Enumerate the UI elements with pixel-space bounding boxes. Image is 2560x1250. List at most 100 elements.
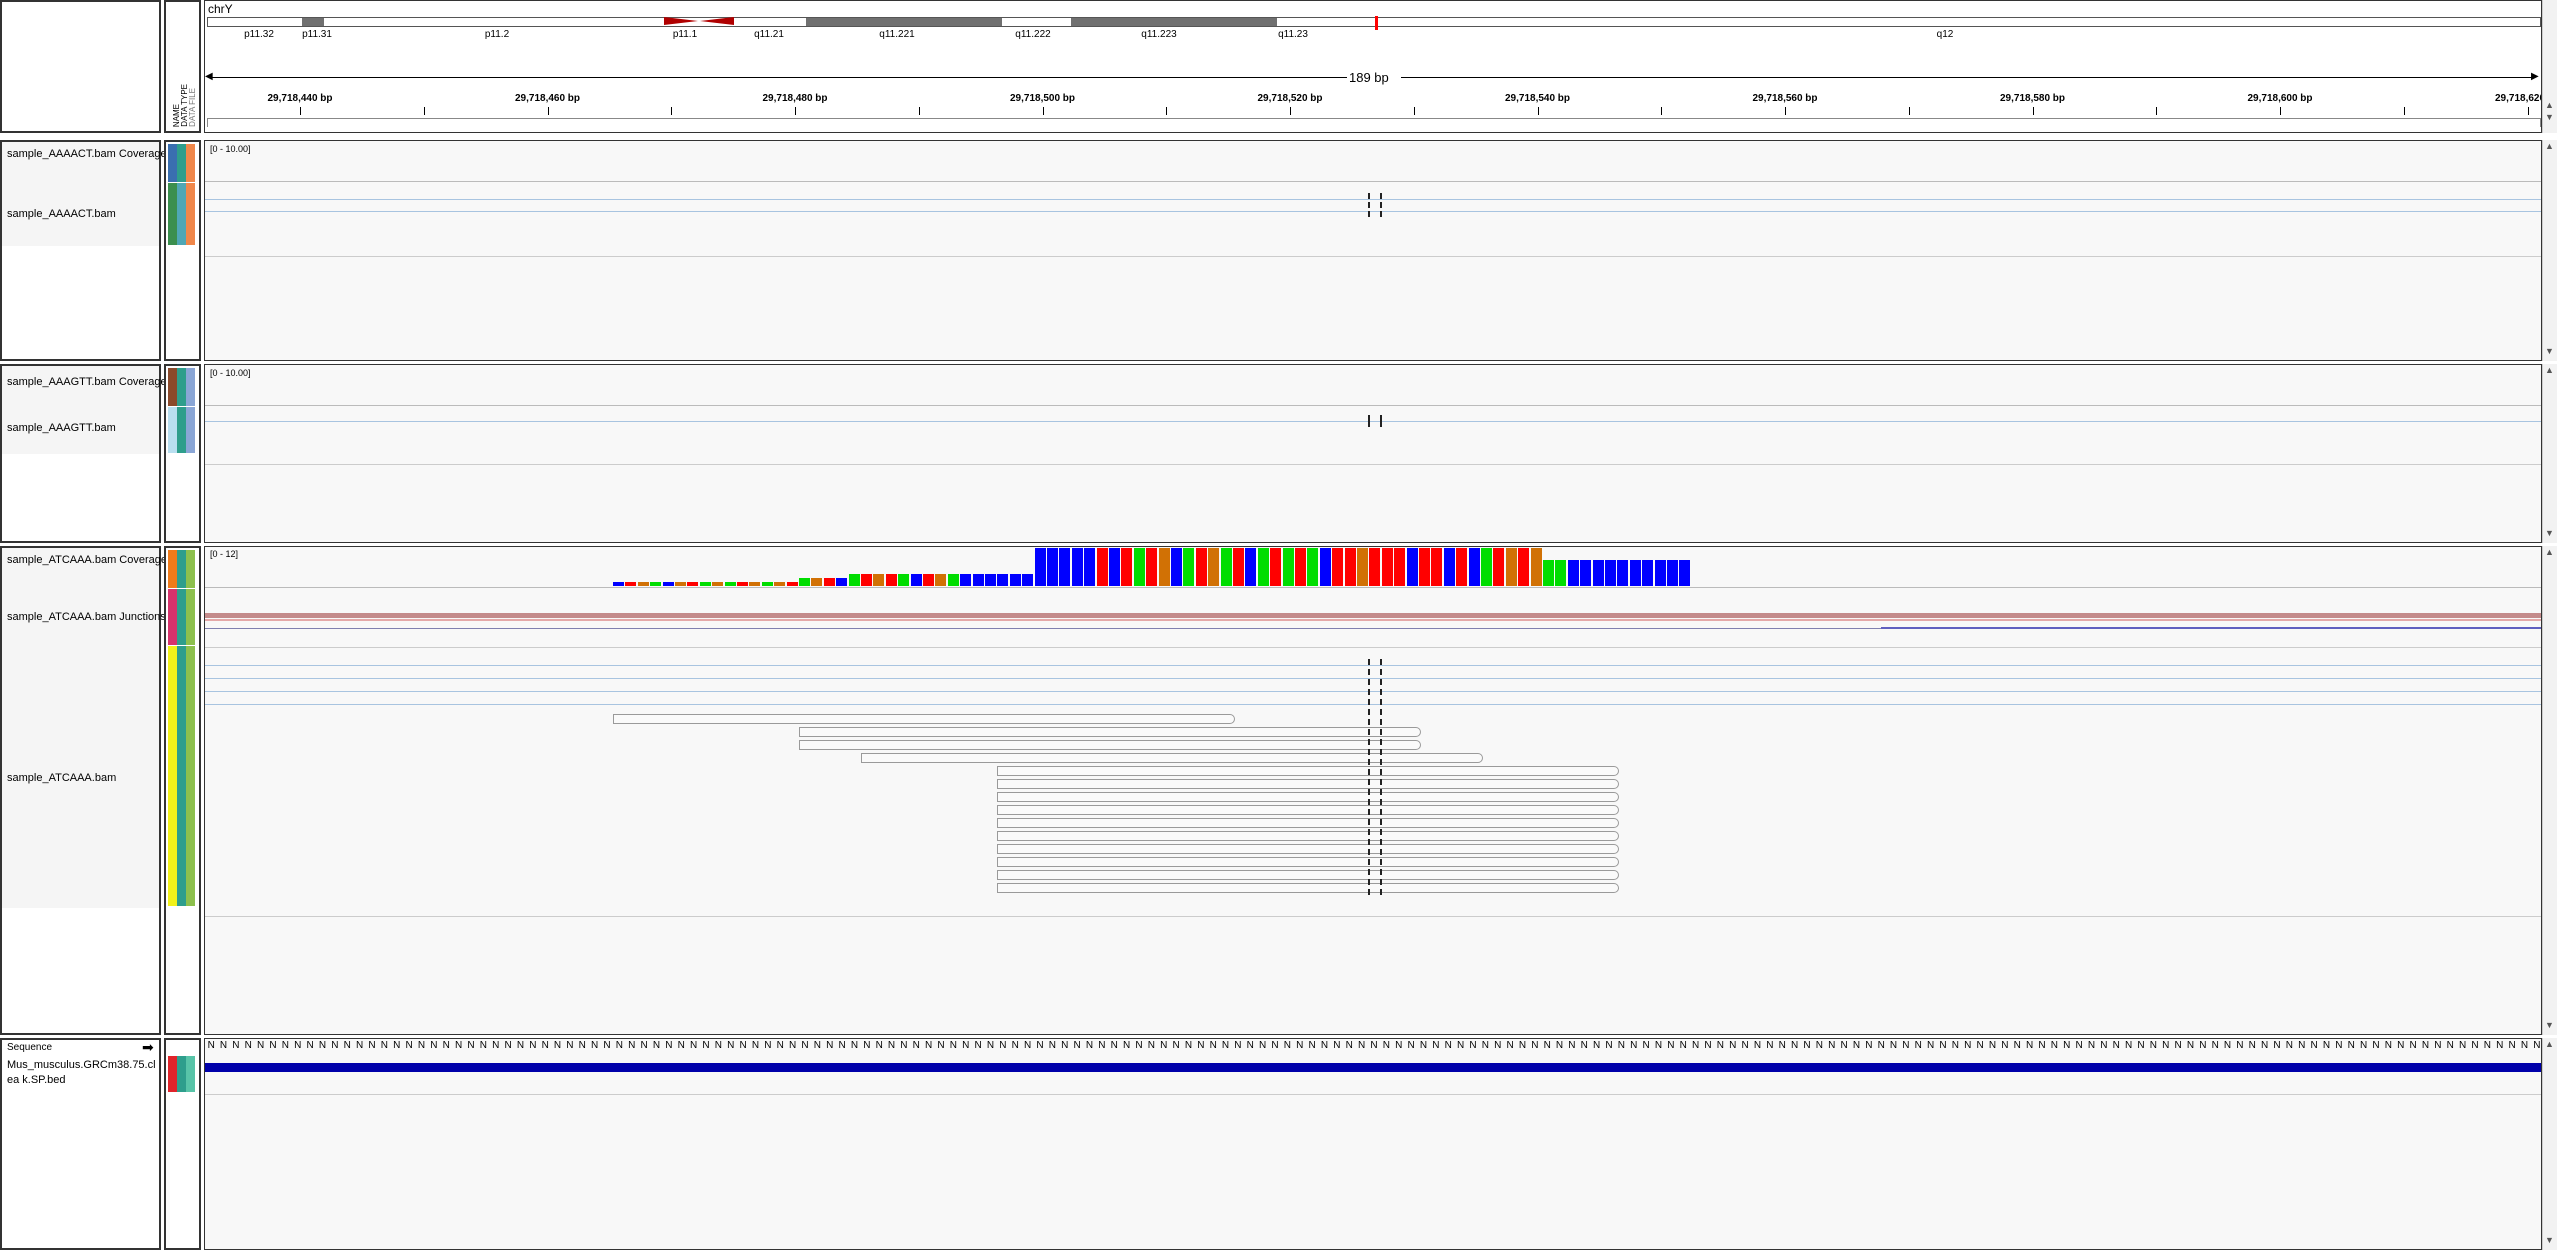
coverage-bar[interactable] <box>1344 548 1356 586</box>
read-alignment[interactable] <box>997 779 1619 789</box>
coverage-bar[interactable] <box>898 574 910 586</box>
coverage-bar[interactable] <box>1530 548 1542 586</box>
coverage-bar[interactable] <box>1518 548 1530 586</box>
coverage-bar[interactable] <box>1257 548 1269 586</box>
scroll-down-icon[interactable]: ▼ <box>2545 528 2554 538</box>
coverage-bar[interactable] <box>811 578 823 586</box>
coverage-bar[interactable] <box>699 582 711 586</box>
coverage-bar[interactable] <box>1084 548 1096 586</box>
coverage-bar[interactable] <box>1381 548 1393 586</box>
coverage-bar[interactable] <box>1357 548 1368 586</box>
attr-cell[interactable] <box>177 589 186 645</box>
scroll-down-icon[interactable]: ▼ <box>2545 112 2554 122</box>
coverage-bar[interactable] <box>1295 548 1306 586</box>
read-alignment[interactable] <box>861 753 1483 763</box>
coverage-bar[interactable] <box>761 582 773 586</box>
coverage-bar[interactable] <box>923 574 934 586</box>
feature-data-panel[interactable]: NNNNNNNNNNNNNNNNNNNNNNNNNNNNNNNNNNNNNNNN… <box>204 1038 2542 1250</box>
scroll-up-icon[interactable]: ▲ <box>2545 1039 2554 1049</box>
attr-cell[interactable] <box>186 368 195 406</box>
coverage-bar[interactable] <box>675 582 686 586</box>
coverage-bar[interactable] <box>1171 548 1182 586</box>
coverage-bar[interactable] <box>737 582 748 586</box>
strand-arrow-icon[interactable]: ➡ <box>142 1039 154 1056</box>
scroll-up-icon[interactable]: ▲ <box>2545 365 2554 375</box>
junction-arc[interactable] <box>205 628 1881 629</box>
cytoband[interactable] <box>302 18 324 26</box>
coverage-bar[interactable] <box>662 582 674 586</box>
coverage-bar[interactable] <box>1233 548 1244 586</box>
coverage-bar[interactable] <box>836 578 848 586</box>
coverage-bar[interactable] <box>1443 548 1455 586</box>
cytoband[interactable] <box>1071 18 1277 26</box>
coverage-bar[interactable] <box>774 582 786 586</box>
attr-cell[interactable] <box>186 407 195 453</box>
coverage-bar[interactable] <box>1654 560 1666 586</box>
coverage-bar[interactable] <box>935 574 947 586</box>
coverage-bar[interactable] <box>985 574 996 586</box>
attr-cell[interactable] <box>168 407 177 453</box>
coverage-bar[interactable] <box>1195 548 1207 586</box>
coverage-bar[interactable] <box>799 578 810 586</box>
coverage-bar[interactable] <box>1592 560 1604 586</box>
track-name-sequence[interactable]: Sequence <box>7 1042 52 1053</box>
coverage-bar[interactable] <box>1394 548 1406 586</box>
read-alignment[interactable] <box>997 857 1619 867</box>
attr-cell[interactable] <box>177 368 186 406</box>
coverage-bar[interactable] <box>786 582 798 586</box>
bed-feature[interactable] <box>205 1063 2541 1072</box>
attr-cell[interactable] <box>168 589 177 645</box>
coverage-bar[interactable] <box>960 574 972 586</box>
coverage-bar[interactable] <box>1121 548 1133 586</box>
coverage-bar[interactable] <box>1629 560 1641 586</box>
attr-cell[interactable] <box>177 407 186 453</box>
coverage-bar[interactable] <box>1567 560 1579 586</box>
chromosome-ideogram[interactable] <box>207 17 2541 27</box>
scroll-down-icon[interactable]: ▼ <box>2545 1235 2554 1245</box>
coverage-bar[interactable] <box>910 574 922 586</box>
attr-cell[interactable] <box>186 589 195 645</box>
junction-arc[interactable] <box>205 619 2541 621</box>
read-alignment[interactable] <box>799 740 1421 750</box>
coverage-bar[interactable] <box>1158 548 1170 586</box>
coverage-bar[interactable] <box>1543 560 1554 586</box>
coverage-bar[interactable] <box>724 582 736 586</box>
coverage-bar[interactable] <box>1146 548 1158 586</box>
attr-cell[interactable] <box>177 646 186 906</box>
coverage-bar[interactable] <box>823 578 835 586</box>
coverage-bar[interactable] <box>687 582 699 586</box>
coverage-bars-3[interactable] <box>205 547 2541 587</box>
coverage-bar[interactable] <box>1071 548 1083 586</box>
coverage-bar[interactable] <box>861 574 872 586</box>
coverage-bar[interactable] <box>1369 548 1381 586</box>
coverage-bar[interactable] <box>947 574 959 586</box>
coverage-bar[interactable] <box>637 582 649 586</box>
sequence-track[interactable]: NNNNNNNNNNNNNNNNNNNNNNNNNNNNNNNNNNNNNNNN… <box>205 1040 2541 1052</box>
attr-cell[interactable] <box>177 1056 186 1092</box>
track-name-coverage-2[interactable]: sample_AAAGTT.bam Coverage <box>7 376 167 388</box>
scroll-down-icon[interactable]: ▼ <box>2545 1020 2554 1030</box>
coverage-bar[interactable] <box>1034 548 1046 586</box>
coverage-bar[interactable] <box>873 574 885 586</box>
scrollbar-panel-3[interactable]: ▲ ▼ <box>2542 546 2557 1035</box>
cytoband[interactable] <box>806 18 1002 26</box>
coverage-bar[interactable] <box>1022 574 1034 586</box>
attr-cell[interactable] <box>168 646 177 906</box>
coverage-bar[interactable] <box>1109 548 1120 586</box>
attr-cell[interactable] <box>168 368 177 406</box>
coverage-bar[interactable] <box>1047 548 1058 586</box>
read-alignment[interactable] <box>997 844 1619 854</box>
attr-cell[interactable] <box>186 183 195 245</box>
attr-cell[interactable] <box>186 144 195 182</box>
track-data-panel-2[interactable]: [0 - 10.00] <box>204 364 2542 543</box>
scroll-up-icon[interactable]: ▲ <box>2545 100 2554 110</box>
junction-arc[interactable] <box>1881 627 2541 629</box>
track-name-coverage-3[interactable]: sample_ATCAAA.bam Coverage <box>7 554 167 566</box>
coverage-bar[interactable] <box>650 582 662 586</box>
coverage-bar[interactable] <box>1419 548 1430 586</box>
attr-cell[interactable] <box>177 183 186 245</box>
track-data-panel-1[interactable]: [0 - 10.00] <box>204 140 2542 361</box>
attr-cell[interactable] <box>186 550 195 588</box>
track-name-bam-1[interactable]: sample_AAAACT.bam <box>7 208 116 220</box>
coverage-bar[interactable] <box>1307 548 1319 586</box>
